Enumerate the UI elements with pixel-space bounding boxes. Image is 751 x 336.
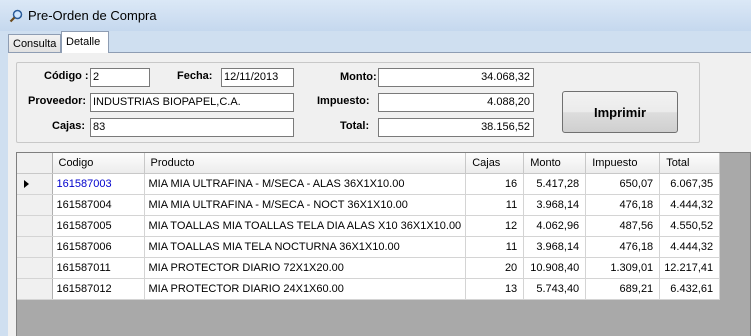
proveedor-field[interactable]: INDUSTRIAS BIOPAPEL,C.A. xyxy=(90,93,294,112)
detalle-panel: Código : 2 Fecha: 12/11/2013 Proveedor: … xyxy=(8,52,751,336)
proveedor-label: Proveedor: xyxy=(28,95,87,107)
title-bar: Pre-Orden de Compra xyxy=(0,0,751,31)
table-row[interactable]: 161587005 MIA TOALLAS MIA TOALLAS TELA D… xyxy=(17,215,721,237)
column-header-impuesto[interactable]: Impuesto xyxy=(585,153,661,174)
cell-impuesto[interactable]: 476,18 xyxy=(585,194,661,216)
cell-codigo[interactable]: 161587012 xyxy=(52,278,145,300)
cell-total[interactable]: 6.432,61 xyxy=(659,278,721,300)
monto-label: Monto: xyxy=(340,71,377,83)
cell-producto[interactable]: MIA TOALLAS MIA TELA NOCTURNA 36X1X10.00 xyxy=(144,236,467,258)
cell-monto[interactable]: 3.968,14 xyxy=(523,236,587,258)
impuesto-label: Impuesto: xyxy=(317,95,370,107)
row-selector[interactable] xyxy=(17,278,53,300)
monto-field[interactable]: 34.068,32 xyxy=(378,68,534,87)
cell-cajas[interactable]: 12 xyxy=(465,215,525,237)
cell-total[interactable]: 4.444,32 xyxy=(659,236,721,258)
cell-monto[interactable]: 5.743,40 xyxy=(523,278,587,300)
magnifier-icon xyxy=(8,8,24,24)
cell-cajas[interactable]: 11 xyxy=(465,236,525,258)
cell-cajas[interactable]: 20 xyxy=(465,257,525,279)
table-row[interactable]: 161587012 MIA PROTECTOR DIARIO 24X1X60.0… xyxy=(17,278,721,300)
cell-monto[interactable]: 4.062,96 xyxy=(523,215,587,237)
cell-monto[interactable]: 3.968,14 xyxy=(523,194,587,216)
cell-cajas[interactable]: 11 xyxy=(465,194,525,216)
table-row[interactable]: 161587011 MIA PROTECTOR DIARIO 72X1X20.0… xyxy=(17,257,721,279)
cell-impuesto[interactable]: 487,56 xyxy=(585,215,661,237)
cell-producto[interactable]: MIA MIA ULTRAFINA - M/SECA - NOCT 36X1X1… xyxy=(144,194,467,216)
cell-total[interactable]: 12.217,41 xyxy=(659,257,721,279)
header-group: Código : 2 Fecha: 12/11/2013 Proveedor: … xyxy=(16,62,700,143)
detail-grid[interactable]: Codigo Producto Cajas Monto Impuesto Tot… xyxy=(16,152,751,336)
cell-impuesto[interactable]: 689,21 xyxy=(585,278,661,300)
table-row[interactable]: 161587006 MIA TOALLAS MIA TELA NOCTURNA … xyxy=(17,236,721,258)
fecha-field[interactable]: 12/11/2013 xyxy=(221,68,294,87)
cajas-field[interactable]: 83 xyxy=(90,118,294,137)
cell-producto[interactable]: MIA PROTECTOR DIARIO 72X1X20.00 xyxy=(144,257,467,279)
impuesto-field[interactable]: 4.088,20 xyxy=(378,93,534,112)
column-header-total[interactable]: Total xyxy=(659,153,721,174)
row-header-corner xyxy=(17,153,53,174)
row-selector[interactable] xyxy=(17,194,53,216)
cell-total[interactable]: 4.444,32 xyxy=(659,194,721,216)
window-title: Pre-Orden de Compra xyxy=(28,8,157,23)
total-field[interactable]: 38.156,52 xyxy=(378,118,534,137)
row-selector[interactable] xyxy=(17,257,53,279)
cell-impuesto[interactable]: 476,18 xyxy=(585,236,661,258)
row-selector[interactable] xyxy=(17,236,53,258)
tab-strip: Consulta Detalle xyxy=(8,31,751,53)
codigo-label: Código : xyxy=(44,70,89,82)
current-row-arrow-icon xyxy=(24,179,29,188)
cell-cajas[interactable]: 16 xyxy=(465,173,525,195)
cell-monto[interactable]: 10.908,40 xyxy=(523,257,587,279)
codigo-field[interactable]: 2 xyxy=(90,68,150,87)
cell-producto[interactable]: MIA TOALLAS MIA TOALLAS TELA DIA ALAS X1… xyxy=(144,215,467,237)
cell-cajas[interactable]: 13 xyxy=(465,278,525,300)
cell-impuesto[interactable]: 650,07 xyxy=(585,173,661,195)
table-row[interactable]: 161587003 MIA MIA ULTRAFINA - M/SECA - A… xyxy=(17,173,721,195)
cell-total[interactable]: 6.067,35 xyxy=(659,173,721,195)
table-row[interactable]: 161587004 MIA MIA ULTRAFINA - M/SECA - N… xyxy=(17,194,721,216)
column-header-producto[interactable]: Producto xyxy=(144,153,467,174)
row-selector[interactable] xyxy=(17,215,53,237)
print-button[interactable]: Imprimir xyxy=(562,91,678,133)
row-selector[interactable] xyxy=(17,173,53,195)
cell-producto[interactable]: MIA MIA ULTRAFINA - M/SECA - ALAS 36X1X1… xyxy=(144,173,467,195)
detail-table: Codigo Producto Cajas Monto Impuesto Tot… xyxy=(17,153,721,300)
table-header-row: Codigo Producto Cajas Monto Impuesto Tot… xyxy=(17,153,721,174)
cell-producto[interactable]: MIA PROTECTOR DIARIO 24X1X60.00 xyxy=(144,278,467,300)
fecha-label: Fecha: xyxy=(177,70,213,82)
column-header-codigo[interactable]: Codigo xyxy=(52,153,145,174)
cell-codigo[interactable]: 161587004 xyxy=(52,194,145,216)
cell-impuesto[interactable]: 1.309,01 xyxy=(585,257,661,279)
tab-consulta[interactable]: Consulta xyxy=(8,34,61,53)
cell-codigo[interactable]: 161587003 xyxy=(52,173,145,195)
cell-total[interactable]: 4.550,52 xyxy=(659,215,721,237)
total-label: Total: xyxy=(340,120,370,132)
column-header-cajas[interactable]: Cajas xyxy=(465,153,525,174)
column-header-monto[interactable]: Monto xyxy=(523,153,587,174)
tab-detalle[interactable]: Detalle xyxy=(61,31,109,53)
cell-monto[interactable]: 5.417,28 xyxy=(523,173,587,195)
cell-codigo[interactable]: 161587011 xyxy=(52,257,145,279)
cell-codigo[interactable]: 161587006 xyxy=(52,236,145,258)
cell-codigo[interactable]: 161587005 xyxy=(52,215,145,237)
cajas-label: Cajas: xyxy=(52,120,86,132)
